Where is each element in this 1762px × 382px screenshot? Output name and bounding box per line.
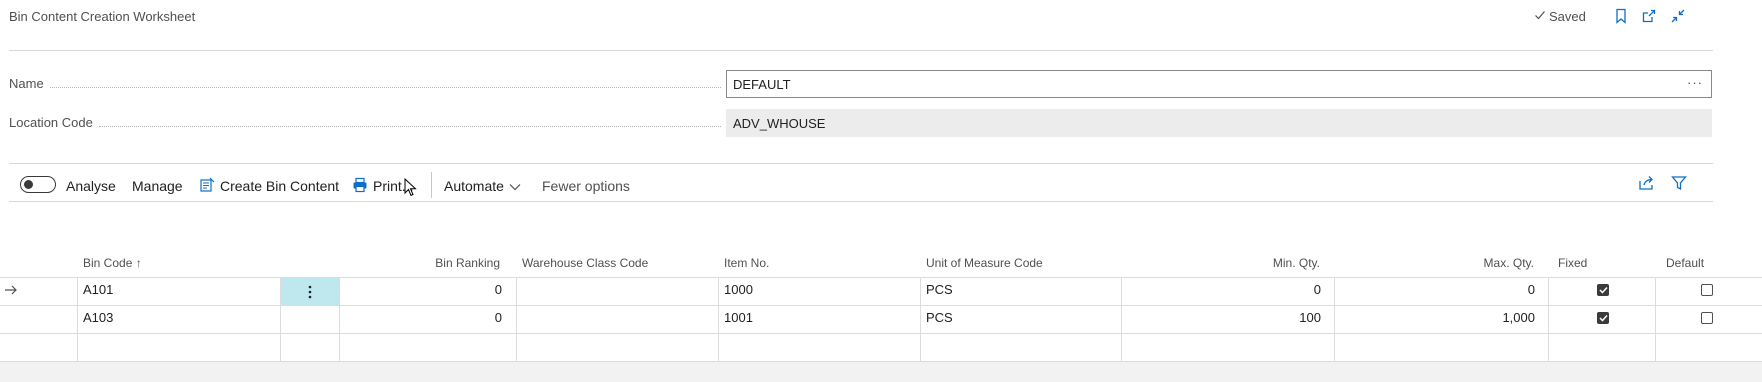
col-divider [718, 278, 719, 362]
mouse-cursor-icon [404, 177, 418, 201]
table-row-1-item-no[interactable]: 1000 [724, 282, 753, 297]
row-divider [0, 305, 1762, 306]
col-divider [339, 278, 340, 362]
col-divider [77, 278, 78, 362]
col-divider [1655, 278, 1656, 362]
table-row-2-default-checkbox[interactable] [1701, 312, 1713, 324]
table-row-2-fixed-checkbox[interactable] [1597, 312, 1609, 324]
location-code-field: ADV_WHOUSE [726, 109, 1712, 137]
row-actions-button[interactable] [281, 278, 339, 305]
col-divider [1121, 278, 1122, 362]
create-bin-content-icon [199, 177, 215, 196]
location-code-label: Location Code [9, 115, 721, 130]
table-row-2-min-qty[interactable]: 100 [1200, 310, 1321, 325]
page-title: Bin Content Creation Worksheet [9, 9, 196, 24]
filter-icon[interactable] [1671, 175, 1687, 194]
analyse-toggle[interactable] [20, 176, 56, 193]
analyse-label[interactable]: Analyse [66, 177, 116, 195]
col-divider [1548, 278, 1549, 362]
name-input[interactable]: DEFAULT ··· [726, 70, 1712, 98]
toolbar-bottom-divider [9, 201, 1713, 202]
col-divider [1334, 278, 1335, 362]
more-options-icon[interactable]: ··· [1687, 75, 1703, 90]
current-row-arrow-icon [4, 284, 18, 299]
name-field-label: Name [9, 76, 721, 91]
table-footer [0, 362, 1762, 382]
fewer-options-button[interactable]: Fewer options [542, 177, 630, 195]
bookmark-icon[interactable] [1613, 8, 1629, 24]
chevron-down-icon [509, 178, 521, 194]
manage-button[interactable]: Manage [132, 177, 183, 195]
checkmark-icon [1534, 9, 1546, 24]
open-new-window-icon[interactable] [1641, 8, 1657, 24]
saved-status: Saved [1534, 9, 1586, 24]
create-bin-content-label: Create Bin Content [220, 178, 340, 194]
col-unit-of-measure-code[interactable]: Unit of Measure Code [926, 256, 1043, 270]
table-row-1-fixed-checkbox[interactable] [1597, 284, 1609, 296]
table-row-2-bin-ranking[interactable]: 0 [380, 310, 502, 325]
col-bin-ranking[interactable]: Bin Ranking [380, 256, 500, 270]
sort-ascending-icon: ↑ [135, 256, 142, 270]
collapse-icon[interactable] [1670, 8, 1686, 24]
row-divider [0, 333, 1762, 334]
table-row-1-uom[interactable]: PCS [926, 282, 953, 297]
automate-menu[interactable]: Automate [444, 177, 521, 195]
table-row-2-item-no[interactable]: 1001 [724, 310, 753, 325]
printer-icon [352, 177, 368, 196]
col-max-qty[interactable]: Max. Qty. [1414, 256, 1534, 270]
col-bin-code[interactable]: Bin Code ↑ [83, 256, 142, 270]
toggle-knob [24, 179, 33, 189]
table-row-1-min-qty[interactable]: 0 [1200, 282, 1321, 297]
table-row-2-max-qty[interactable]: 1,000 [1414, 310, 1535, 325]
share-icon[interactable] [1638, 175, 1656, 194]
col-min-qty[interactable]: Min. Qty. [1200, 256, 1320, 270]
table-row-1-max-qty[interactable]: 0 [1414, 282, 1535, 297]
col-default[interactable]: Default [1666, 256, 1704, 270]
col-fixed[interactable]: Fixed [1558, 256, 1587, 270]
table-row-2-bin-code[interactable]: A103 [83, 310, 113, 325]
table-row-1-default-checkbox[interactable] [1701, 284, 1713, 296]
toolbar-top-divider [9, 163, 1713, 164]
col-item-no[interactable]: Item No. [724, 256, 769, 270]
saved-label: Saved [1549, 9, 1586, 24]
table-row-1-bin-code[interactable]: A101 [83, 282, 113, 297]
col-divider [516, 278, 517, 362]
table-header-line [0, 277, 1762, 278]
create-bin-content-button[interactable]: Create Bin Content [199, 177, 339, 195]
table-row-2-uom[interactable]: PCS [926, 310, 953, 325]
header-divider [9, 50, 1713, 51]
col-divider [920, 278, 921, 362]
table-row-1-bin-ranking[interactable]: 0 [380, 282, 502, 297]
toolbar-separator [431, 172, 432, 198]
col-warehouse-class-code[interactable]: Warehouse Class Code [522, 256, 648, 270]
automate-label: Automate [444, 178, 504, 194]
